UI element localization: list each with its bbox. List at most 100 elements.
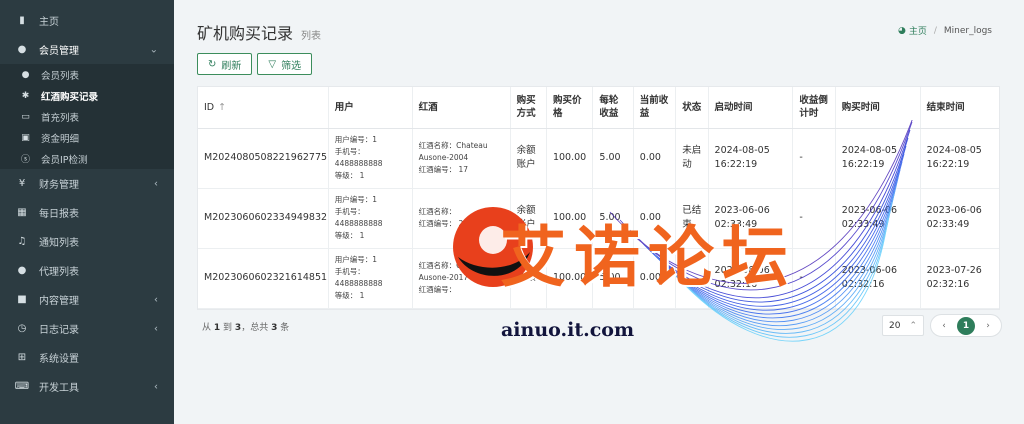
column-header-buy-time: 购买时间	[835, 87, 921, 129]
cny-icon: ¥	[18, 178, 26, 189]
sidebar-item-notifications[interactable]: ♫ 通知列表	[0, 227, 174, 256]
page-size-select[interactable]: 20 ⌃	[882, 315, 924, 336]
cell-current-income: 0.00	[633, 128, 677, 189]
sidebar-item-agents[interactable]: ● 代理列表	[0, 256, 174, 285]
cell-pay-line: 余额	[516, 205, 536, 216]
cell-status-line: 束	[682, 219, 692, 230]
breadcrumb-current: Miner_logs	[943, 25, 992, 36]
cell-user: 用户编号：1 手机号： 4488888888 等级： 1	[328, 188, 413, 249]
sidebar-item-finance[interactable]: ¥ 财务管理 ‹	[0, 169, 174, 198]
page-title: 矿机购买记录	[197, 24, 294, 43]
sidebar-item-dev-tools[interactable]: ⌨ 开发工具 ‹	[0, 372, 174, 401]
card-icon: ▭	[21, 111, 30, 122]
cell-status: 未启动	[675, 128, 709, 189]
sidebar-item-wine-purchase[interactable]: ✱ 红酒购买记录	[0, 85, 174, 106]
sidebar-item-first-recharge[interactable]: ▭ 首充列表	[0, 106, 174, 127]
cell-date: 2024-08-05	[926, 145, 982, 156]
filter-button[interactable]: ▽ 筛选	[257, 53, 313, 75]
table-header-row: ID ↑ 用户 红酒 购买方式 购买价格 每轮收益 当前收益 状态 启动时间 收益…	[198, 87, 999, 129]
sidebar-item-label: 会员IP检测	[41, 154, 88, 166]
sidebar-item-label: 每日报表	[39, 209, 79, 220]
sidebar-item-home[interactable]: ▮ 主页	[0, 6, 174, 35]
prev-page-icon[interactable]: ‹	[935, 317, 953, 335]
column-header-status: 状态	[675, 87, 709, 129]
table-row[interactable]: M2023060602321614851 用户编号：1 手机号： 448888888…	[198, 248, 999, 309]
page-subtitle: 列表	[301, 31, 322, 42]
table-row[interactable]: M2023060602334949832 用户编号：1 手机号： 448888888…	[198, 188, 999, 249]
pagination-total: 3	[271, 323, 278, 333]
pagination-text: 到	[223, 323, 233, 333]
cell-phone: 4488888888	[334, 159, 383, 168]
calendar-icon: ▦	[17, 207, 27, 218]
sidebar-item-label: 系统设置	[39, 354, 79, 365]
cell-date: 2023-06-06	[841, 265, 898, 276]
pagination-info: 从 1 到 3，总共 3 条	[202, 320, 289, 333]
sidebar-item-label: 日志记录	[39, 325, 79, 336]
cell-end-time: 2023-07-26 02:32:16	[920, 248, 999, 309]
bar-chart-icon: ▮	[19, 15, 25, 26]
page-button-current[interactable]: 1	[957, 316, 975, 335]
sidebar-item-logs[interactable]: ◷ 日志记录 ‹	[0, 314, 174, 343]
column-header-id[interactable]: ID ↑	[198, 87, 329, 129]
cell-time: 02:33:49	[841, 219, 885, 230]
cell-buy-time: 2023-06-06 02:33:49	[835, 188, 921, 249]
cell-round-income: 5.00	[592, 128, 634, 189]
breadcrumb-home[interactable]: ◕ 主页	[898, 24, 927, 38]
cell-id: M2024080508221962775	[198, 128, 329, 189]
column-header-current-income: 当前收益	[633, 87, 677, 129]
chevron-up-icon: ⌃	[909, 320, 917, 331]
keyboard-icon: ⌨	[14, 381, 30, 392]
cell-wine-no: 红酒编号：	[418, 285, 457, 294]
sidebar-item-content[interactable]: ■ 内容管理 ‹	[0, 285, 174, 314]
pagination-text: ，总共	[241, 323, 269, 333]
chevron-left-icon: ‹	[154, 294, 158, 305]
cell-phone-label: 手机号：	[334, 267, 365, 276]
sidebar-item-label: 会员管理	[39, 46, 79, 57]
sidebar-item-member-management[interactable]: ● 会员管理 ⌄	[0, 35, 174, 64]
sidebar-item-funds-detail[interactable]: ▣ 资金明细	[0, 127, 174, 148]
bell-icon: ♫	[17, 236, 27, 247]
refresh-icon: ↻	[208, 58, 217, 70]
cell-phone: 4488888888	[334, 279, 383, 288]
cell-round-income: 5.00	[592, 188, 634, 249]
sidebar-item-daily-report[interactable]: ▦ 每日报表	[0, 198, 174, 227]
cell-level: 等级： 1	[334, 171, 365, 180]
cell-date: 2023-07-26	[926, 265, 982, 276]
cell-pay-method: 余额 账户	[510, 128, 547, 189]
cell-price: 100.00	[546, 188, 594, 249]
cell-wine-no: 红酒编号： 17	[418, 165, 469, 174]
refresh-button[interactable]: ↻ 刷新	[197, 53, 253, 75]
skype-icon: ⓢ	[20, 155, 30, 165]
next-page-icon[interactable]: ›	[979, 317, 997, 335]
cell-end-time: 2024-08-05 16:22:19	[920, 128, 999, 189]
cell-pay-method: 余额	[510, 248, 547, 309]
sidebar-item-label: 开发工具	[39, 383, 79, 394]
cell-wine: 红酒名称：Chateau Ausone-2004 红酒编号： 17	[412, 128, 511, 189]
sidebar-item-label: 内容管理	[39, 296, 79, 307]
sidebar-item-label: 首充列表	[41, 112, 80, 124]
cell-date: 2023-06-06	[926, 205, 982, 216]
cell-level: 等级： 1	[334, 291, 365, 300]
sidebar-item-settings[interactable]: ⊞ 系统设置	[0, 343, 174, 372]
refresh-button-label: 刷新	[221, 60, 242, 72]
data-table: ID ↑ 用户 红酒 购买方式 购买价格 每轮收益 当前收益 状态 启动时间 收益…	[197, 86, 1000, 310]
cell-date: 2023-06-06	[714, 205, 770, 216]
cell-user-no: 用户编号：1	[334, 135, 378, 144]
cell-time: 02:33:49	[714, 219, 758, 230]
cell-date: 2023-06-06	[841, 205, 898, 216]
sidebar-item-label: 代理列表	[39, 267, 79, 278]
circle-icon: ●	[17, 265, 27, 276]
cell-id: M2023060602321614851	[198, 248, 329, 309]
clock-icon: ◷	[17, 323, 27, 334]
table-row[interactable]: M2024080508221962775 用户编号：1 手机号： 448888888…	[198, 128, 999, 189]
cell-status: 已结束	[675, 188, 709, 249]
cell-price: 100.00	[546, 248, 594, 309]
cell-user-no: 用户编号：1	[334, 255, 378, 264]
sidebar-item-label: 资金明细	[41, 133, 80, 145]
sidebar-item-member-ip-check[interactable]: ⓢ 会员IP检测	[0, 148, 174, 169]
cell-wine-name: 红酒名称：Chateau	[418, 141, 488, 150]
cell-current-income: 0.00	[633, 248, 677, 309]
column-header-wine: 红酒	[412, 87, 511, 129]
sidebar-item-member-list[interactable]: ● 会员列表	[0, 64, 174, 85]
cell-wine-no: 红酒编号： 20	[418, 219, 469, 228]
